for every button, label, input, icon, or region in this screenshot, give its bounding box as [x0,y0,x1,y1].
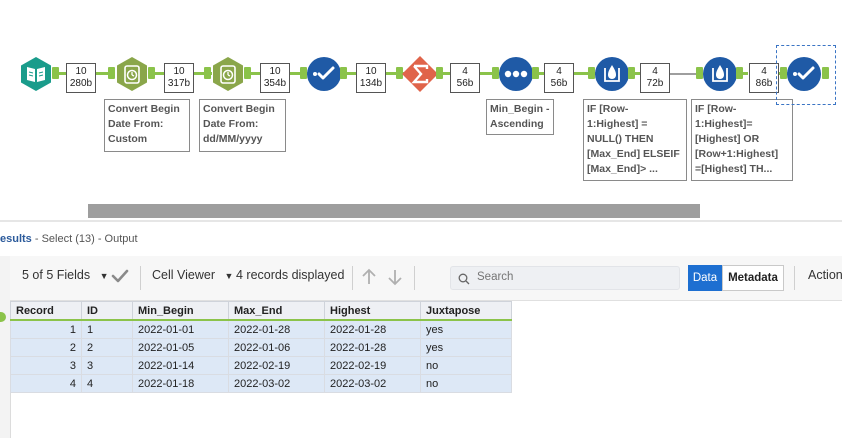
annotation-formula-1: IF [Row- 1:Highest] = NULL() THEN [Max_E… [583,99,687,181]
chevron-down-icon: ▼ [224,271,234,281]
column-header[interactable]: Highest [324,301,421,321]
table-cell[interactable]: 2022-01-01 [132,319,229,339]
column-header[interactable]: Max_End [228,301,325,321]
checkmark-icon[interactable] [110,266,130,289]
table-cell[interactable]: 4 [81,374,133,393]
summarize-sigma-icon[interactable] [402,56,438,92]
tab-data[interactable]: Data [688,265,722,291]
table-cell[interactable]: 2022-01-14 [132,356,229,375]
select-check-icon[interactable] [306,56,342,92]
input-book-icon[interactable] [18,56,54,92]
toolbar-separator [414,266,415,290]
record-number[interactable]: 4 [10,374,82,393]
table-cell[interactable]: yes [420,319,512,339]
cell-viewer-dropdown[interactable]: Cell Viewer ▼ [152,268,233,282]
multirow-formula-icon[interactable] [702,56,738,92]
table-row[interactable]: 2 2 2022-01-05 2022-01-06 2022-01-28 yes [10,338,512,357]
record-count-badge: 4 72b [640,63,670,93]
column-header[interactable]: Min_Begin [132,301,229,321]
output-anchor[interactable] [822,67,829,79]
table-header-row: Record ID Min_Begin Max_End Highest Juxt… [10,301,512,321]
output-anchor[interactable] [340,67,347,79]
fields-dropdown[interactable]: 5 of 5 Fields ▼ [22,268,109,282]
table-row[interactable]: 4 4 2022-01-18 2022-03-02 2022-03-02 no [10,374,512,393]
annotation-sort: Min_Begin - Ascending [486,99,554,135]
record-count-badge: 10 317b [164,63,194,93]
table-cell[interactable]: 2022-01-06 [228,338,325,357]
table-cell[interactable]: 2022-03-02 [324,374,421,393]
column-header[interactable]: Juxtapose [420,301,512,321]
annotation-datetime-2: Convert Begin Date From: dd/MM/yyyy [199,99,286,152]
record-count-badge: 10 134b [356,63,386,93]
table-cell[interactable]: 2022-02-19 [228,356,325,375]
table-cell[interactable]: 2022-02-19 [324,356,421,375]
output-anchor[interactable] [244,67,251,79]
table-cell[interactable]: 2022-03-02 [228,374,325,393]
table-cell[interactable]: 2022-01-28 [324,338,421,357]
table-row[interactable]: 1 1 2022-01-01 2022-01-28 2022-01-28 yes [10,319,512,339]
column-header[interactable]: ID [81,301,133,321]
anchor-indicator [0,312,6,322]
record-count-badge: 4 56b [450,63,480,93]
record-count-badge: 4 86b [749,63,779,93]
table-cell[interactable]: no [420,356,512,375]
search-field[interactable] [450,266,680,290]
table-cell[interactable]: 2022-01-18 [132,374,229,393]
toolbar-separator [794,266,795,290]
tab-metadata[interactable]: Metadata [722,265,784,291]
arrow-up-icon[interactable] [360,267,378,290]
records-displayed-label: 4 records displayed [236,268,345,282]
output-anchor[interactable] [436,67,443,79]
table-cell[interactable]: 2022-01-28 [324,319,421,339]
table-cell[interactable]: 2 [81,338,133,357]
record-number[interactable]: 3 [10,356,82,375]
horizontal-scrollbar[interactable] [88,204,700,218]
datetime-icon[interactable] [114,56,150,92]
output-anchor[interactable] [736,67,743,79]
annotation-datetime-1: Convert Begin Date From: Custom [104,99,190,152]
table-cell[interactable]: 2022-01-05 [132,338,229,357]
record-number[interactable]: 1 [10,319,82,339]
actions-menu[interactable]: Action [808,268,842,282]
record-count-badge: 10 280b [66,63,96,93]
datetime-icon[interactable] [210,56,246,92]
select-check-icon[interactable] [786,56,822,92]
output-anchor[interactable] [52,67,59,79]
output-anchor[interactable] [532,67,539,79]
table-cell[interactable]: no [420,374,512,393]
results-panel-title: esults - Select (13) - Output [0,233,138,245]
output-anchor[interactable] [148,67,155,79]
chevron-down-icon: ▼ [99,271,109,281]
annotation-formula-2: IF [Row- 1:Highest]= [Highest] OR [Row+1… [691,99,793,181]
record-count-badge: 10 354b [260,63,290,93]
search-icon [458,272,470,290]
multirow-formula-icon[interactable] [594,56,630,92]
table-cell[interactable]: 1 [81,319,133,339]
record-count-badge: 4 56b [544,63,574,93]
panel-divider[interactable] [0,220,842,222]
results-table: Record ID Min_Begin Max_End Highest Juxt… [10,301,512,393]
table-cell[interactable]: 3 [81,356,133,375]
table-cell[interactable]: 2022-01-28 [228,319,325,339]
toolbar-separator [140,266,141,290]
record-number[interactable]: 2 [10,338,82,357]
toolbar-separator [352,266,353,290]
results-toolbar: 5 of 5 Fields ▼ Cell Viewer ▼ 4 records … [10,256,842,301]
output-anchor[interactable] [628,67,635,79]
table-row[interactable]: 3 3 2022-01-14 2022-02-19 2022-02-19 no [10,356,512,375]
table-cell[interactable]: yes [420,338,512,357]
sort-dots-icon[interactable] [498,56,534,92]
workflow-canvas[interactable]: 10 280b Convert Begin Date From: Custom 1… [0,0,842,222]
arrow-down-icon[interactable] [386,267,404,290]
column-header[interactable]: Record [10,301,82,321]
search-input[interactable] [475,270,669,284]
